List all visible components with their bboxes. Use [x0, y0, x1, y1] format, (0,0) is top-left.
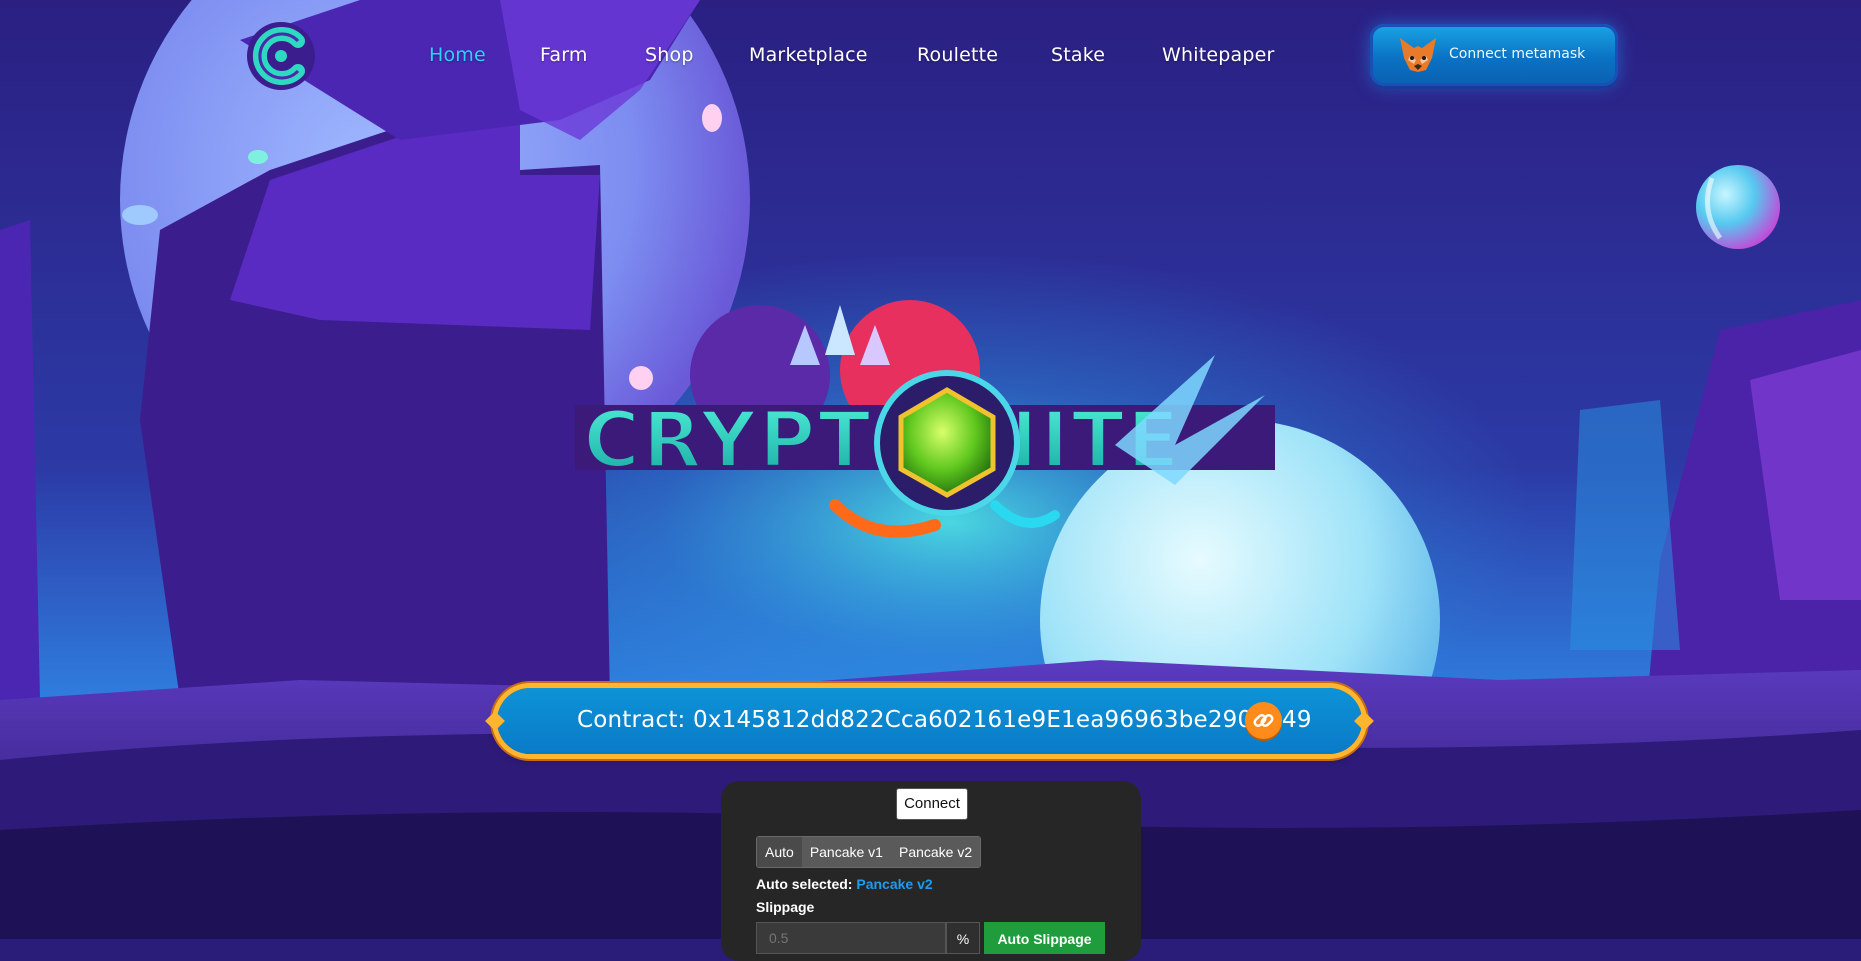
link-icon[interactable] — [1245, 702, 1282, 739]
nav-shop[interactable]: Shop — [645, 44, 694, 66]
nav-home[interactable]: Home — [429, 44, 486, 66]
nav-roulette[interactable]: Roulette — [917, 44, 998, 66]
slippage-label: Slippage — [756, 899, 815, 915]
nav-stake[interactable]: Stake — [1051, 44, 1105, 66]
contract-address: Contract: 0x145812dd822Cca602161e9E1ea96… — [577, 707, 1312, 733]
svg-text:CRYPT: CRYPT — [583, 396, 873, 486]
auto-slippage-button[interactable]: Auto Slippage — [984, 922, 1105, 954]
metamask-fox-icon — [1400, 38, 1436, 72]
nav-whitepaper[interactable]: Whitepaper — [1162, 44, 1275, 66]
widget-connect-button[interactable]: Connect — [896, 788, 968, 820]
route-selector: Auto Pancake v1 Pancake v2 — [756, 836, 982, 868]
connect-metamask-button[interactable]: Connect metamask — [1370, 24, 1618, 86]
top-nav: Home Farm Shop Marketplace Roulette Stak… — [0, 0, 1861, 115]
percent-symbol: % — [946, 922, 980, 954]
nav-marketplace[interactable]: Marketplace — [749, 44, 868, 66]
route-pancake-v1[interactable]: Pancake v1 — [801, 837, 891, 867]
auto-selected-label: Auto selected: — [756, 876, 853, 892]
connect-metamask-label: Connect metamask — [1449, 46, 1586, 62]
route-pancake-v2[interactable]: Pancake v2 — [890, 837, 981, 867]
crypto-c-logo[interactable] — [244, 19, 318, 93]
slippage-input[interactable] — [756, 922, 946, 954]
swap-widget: Connect Auto Pancake v1 Pancake v2 Auto … — [721, 781, 1141, 961]
route-auto[interactable]: Auto — [757, 837, 802, 867]
nav-farm[interactable]: Farm — [540, 44, 588, 66]
auto-selected-value[interactable]: Pancake v2 — [856, 876, 932, 892]
cryptonite-title-logo: CRYPT NITE — [575, 295, 1285, 575]
auto-selected-row: Auto selected: Pancake v2 — [756, 876, 933, 892]
contract-banner: Contract: 0x145812dd822Cca602161e9E1ea96… — [485, 688, 1374, 754]
